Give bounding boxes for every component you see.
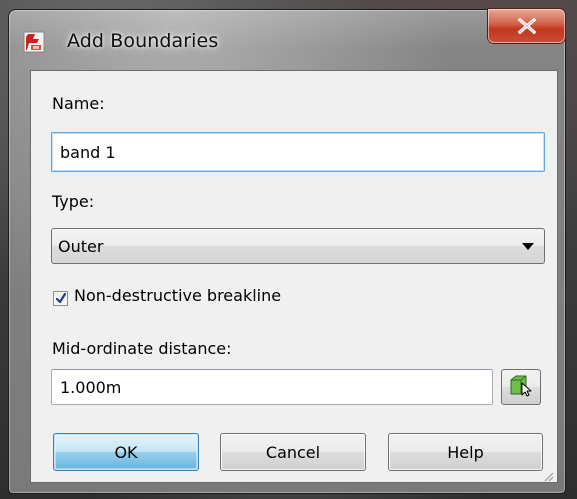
window-title: Add Boundaries xyxy=(67,30,219,52)
add-boundaries-dialog: Add Boundaries Name: band 1 Type: Outer … xyxy=(9,9,565,493)
cancel-button-label: Cancel xyxy=(265,442,321,462)
help-button[interactable]: Help xyxy=(388,433,543,471)
pick-from-drawing-button[interactable] xyxy=(501,369,541,405)
close-button[interactable] xyxy=(488,9,565,43)
name-input[interactable]: band 1 xyxy=(51,132,545,172)
name-label: Name: xyxy=(52,94,105,113)
cancel-button[interactable]: Cancel xyxy=(220,433,366,471)
dialog-content: Name: band 1 Type: Outer Non-destructive… xyxy=(30,70,558,483)
mid-ordinate-label: Mid-ordinate distance: xyxy=(52,339,232,358)
checkmark-icon xyxy=(55,292,67,304)
non-destructive-breakline-checkbox[interactable] xyxy=(53,291,68,306)
type-label: Type: xyxy=(52,192,95,211)
type-dropdown-value: Outer xyxy=(58,236,104,256)
mid-ordinate-input[interactable]: 1.000m xyxy=(51,369,493,405)
ok-button-label: OK xyxy=(114,442,138,462)
title-bar[interactable]: Add Boundaries xyxy=(9,9,565,66)
non-destructive-breakline-label[interactable]: Non-destructive breakline xyxy=(74,286,281,305)
pick-from-drawing-icon xyxy=(509,373,533,401)
help-button-label: Help xyxy=(447,442,484,462)
ok-button[interactable]: OK xyxy=(53,433,199,471)
type-dropdown[interactable]: Outer xyxy=(51,228,545,264)
autocad-civil-icon xyxy=(23,31,45,53)
chevron-down-icon xyxy=(522,243,534,250)
name-input-value: band 1 xyxy=(60,142,116,162)
mid-ordinate-input-value: 1.000m xyxy=(60,377,122,397)
resize-grip-icon[interactable] xyxy=(542,467,554,482)
close-icon xyxy=(517,18,537,34)
